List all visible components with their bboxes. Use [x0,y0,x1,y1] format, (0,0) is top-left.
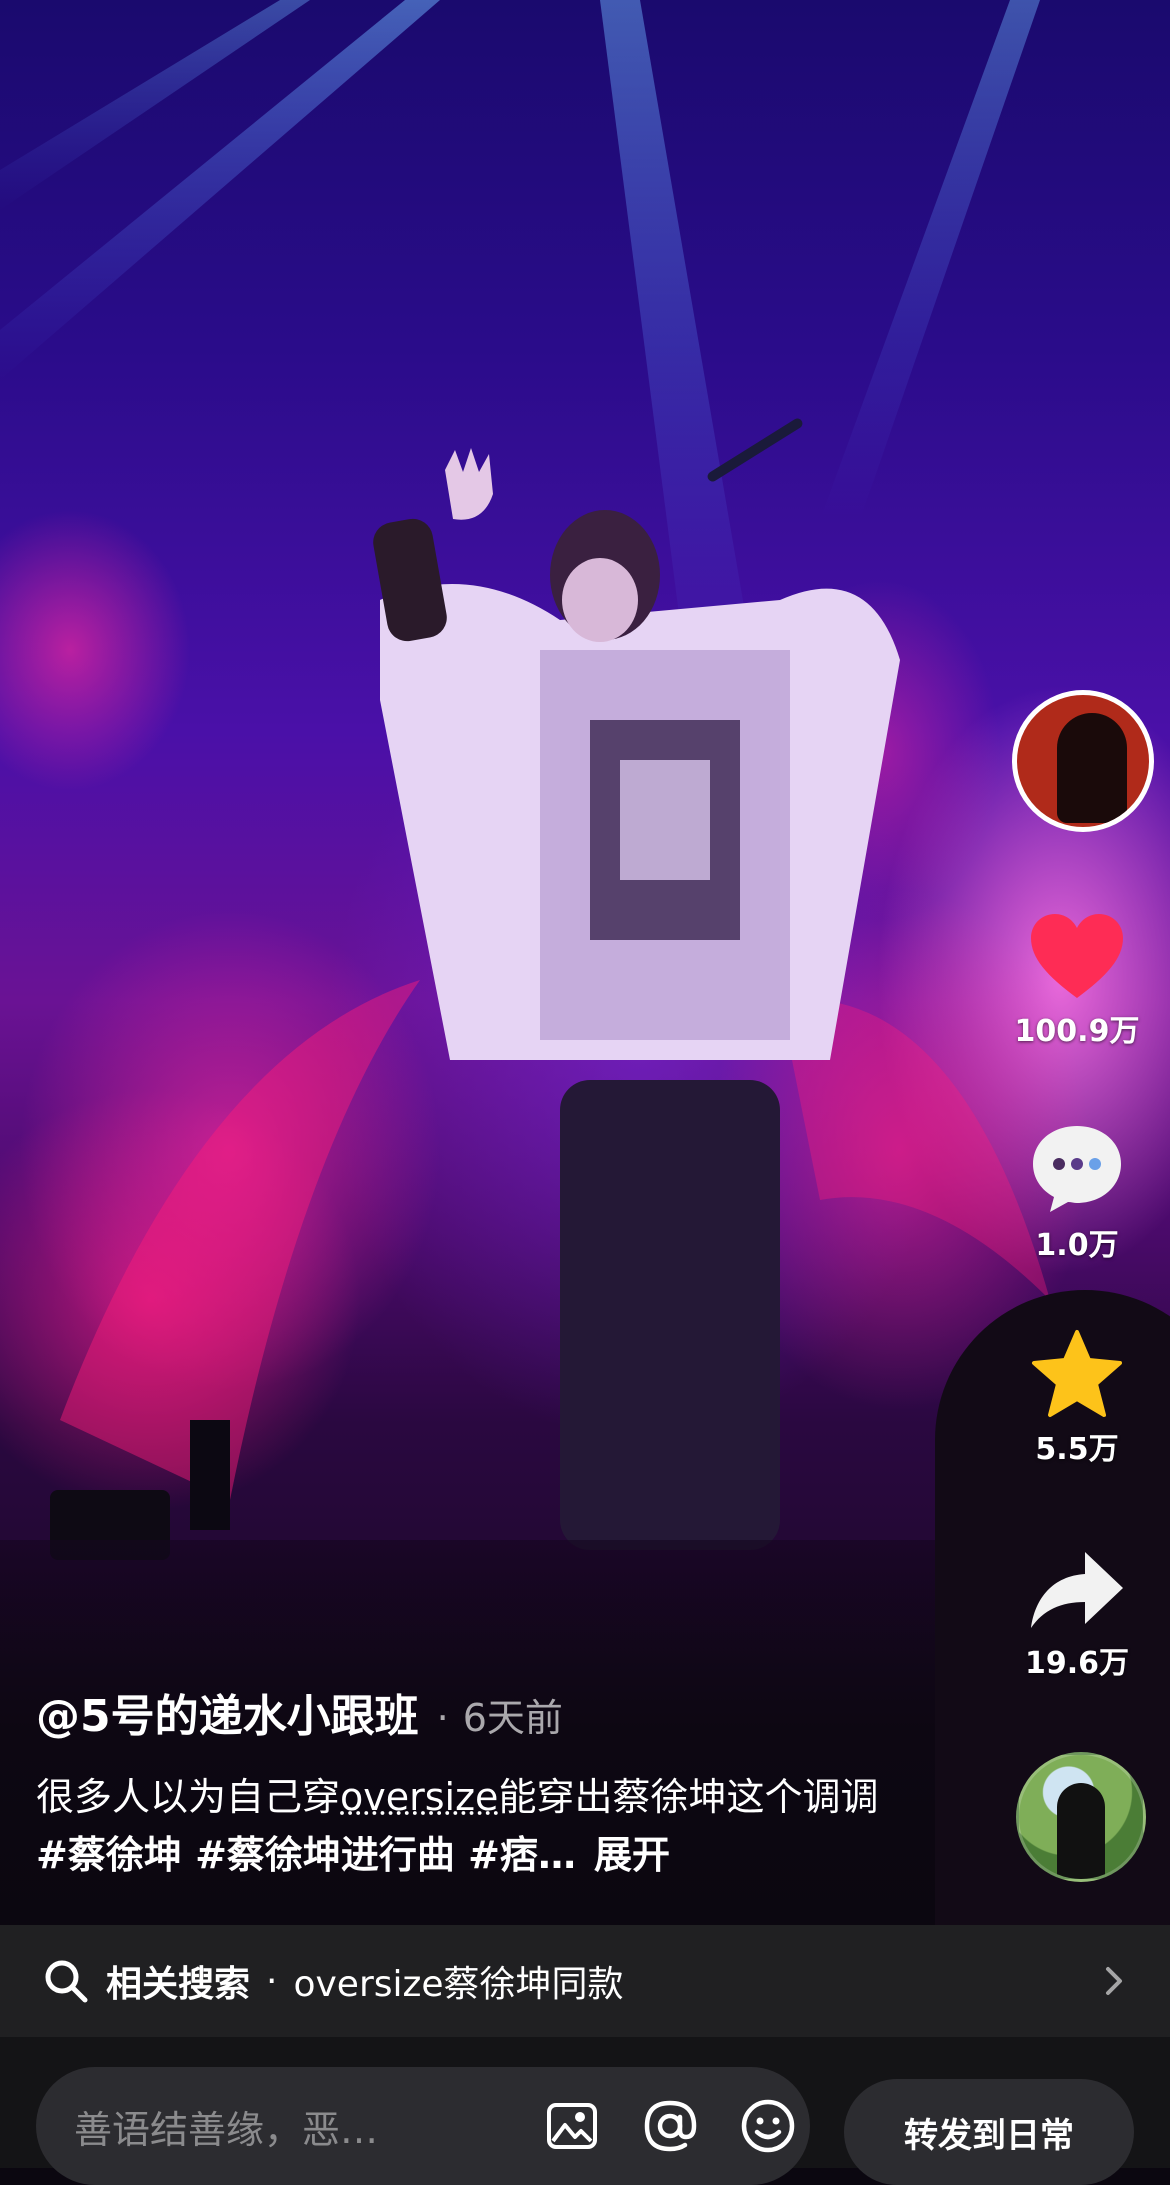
description-text-2: 能穿出蔡徐坤这个调调 [498,1775,879,1819]
comment-placeholder: 善语结善缘，恶… [74,2107,379,2152]
star-icon[interactable] [1029,1328,1125,1420]
post-separator: · [436,1696,449,1740]
author-name[interactable]: @5号的递水小跟班 [36,1680,419,1744]
favorite-action[interactable]: 5.5万 [1002,1328,1152,1468]
forward-to-daily-button[interactable]: 转发到日常 [844,2079,1134,2185]
video-description[interactable]: 很多人以为自己穿oversize能穿出蔡徐坤这个调调 #蔡徐坤 #蔡徐坤进行曲 … [36,1768,906,1884]
like-count: 100.9万 [1014,1014,1140,1049]
related-search-query: oversize蔡徐坤同款 [293,1964,624,2005]
favorite-count: 5.5万 [1035,1432,1119,1467]
image-icon[interactable] [542,2096,602,2156]
emoji-icon[interactable] [738,2096,798,2156]
description-keyword-link[interactable]: oversize [340,1775,498,1819]
expand-button[interactable]: 展开 [594,1833,670,1877]
heart-icon[interactable] [1027,910,1127,1002]
share-arrow-icon[interactable] [1027,1548,1127,1634]
mention-icon[interactable] [640,2096,700,2156]
music-disc[interactable] [1016,1752,1146,1882]
like-action[interactable]: 100.9万 [1002,910,1152,1050]
hashtags[interactable]: #蔡徐坤 #蔡徐坤进行曲 #痞… [36,1833,576,1877]
related-search-label: 相关搜索 [106,1964,251,2005]
author-avatar[interactable] [1012,690,1154,832]
search-icon [45,1960,88,2003]
comment-action[interactable]: 1.0万 [1002,1120,1152,1264]
chevron-right-icon [1106,1967,1122,1995]
video-caption: @5号的递水小跟班 · 6天前 很多人以为自己穿oversize能穿出蔡徐坤这个… [36,1680,906,1884]
related-search-dot: · [266,1960,278,2002]
video-player[interactable] [0,0,1170,1925]
post-time: 6天前 [462,1696,563,1740]
comment-icon[interactable] [1028,1120,1126,1216]
description-text: 很多人以为自己穿 [36,1775,341,1819]
comment-input[interactable]: 善语结善缘，恶… [36,2067,810,2185]
comment-count: 1.0万 [1035,1228,1119,1263]
share-count: 19.6万 [1024,1646,1130,1681]
bottom-comment-bar: 善语结善缘，恶… 转发到日常 [0,2037,1170,2185]
share-action[interactable]: 19.6万 [1002,1548,1152,1682]
related-search-bar[interactable]: 相关搜索 · oversize蔡徐坤同款 [0,1925,1170,2037]
